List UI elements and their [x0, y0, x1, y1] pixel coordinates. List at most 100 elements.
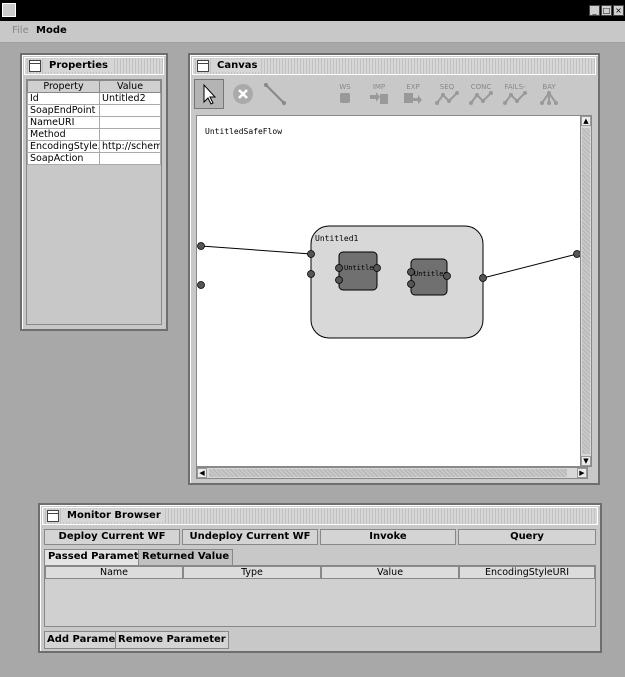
canvas-toolbar: WS IMP EXP SEQ CONC FAILS- BAY [194, 77, 594, 113]
property-value[interactable] [99, 152, 161, 165]
port-handle[interactable] [307, 270, 315, 278]
properties-title: Properties [45, 59, 112, 72]
pointer-tool-button[interactable] [194, 79, 224, 109]
export-icon [404, 93, 422, 104]
scroll-thumb[interactable] [582, 128, 590, 454]
port-handle[interactable] [407, 268, 415, 276]
window-titlebar: _ □ × [0, 0, 625, 21]
service-node-label: Untitled [344, 264, 378, 272]
scroll-down-icon[interactable]: ▼ [581, 456, 591, 466]
exp-tool-button[interactable]: EXP [398, 79, 428, 109]
connector-tool-button[interactable] [260, 79, 290, 109]
properties-table: Property Value Id Untitled2 SoapEndPoint … [27, 80, 161, 165]
table-row[interactable]: Method [27, 128, 161, 141]
canvas-panel: Canvas WS IMP EXP SEQ CONC FAILS- BAY Un… [188, 53, 600, 485]
conc-tool-button[interactable]: CONC [466, 79, 496, 109]
menu-mode[interactable]: Mode [36, 25, 67, 36]
undeploy-current-wf-button[interactable]: Undeploy Current WF [182, 529, 318, 545]
port-handle[interactable] [373, 264, 381, 272]
property-value[interactable]: Untitled2 [99, 92, 161, 105]
group-node-label: Untitled1 [315, 234, 359, 243]
table-row[interactable]: SoapEndPoint [27, 104, 161, 117]
port-handle[interactable] [407, 280, 415, 288]
remove-parameter-button[interactable]: Remove Parameter [115, 631, 229, 649]
import-icon [370, 92, 388, 104]
port-handle[interactable] [197, 242, 205, 250]
port-handle[interactable] [197, 281, 205, 289]
canvas-title: Canvas [213, 59, 262, 72]
port-handle[interactable] [443, 272, 451, 280]
port-handle[interactable] [335, 276, 343, 284]
close-button[interactable]: × [613, 5, 624, 16]
canvas-drawing-area[interactable]: UntitledSafeFlow Untitled1 Untitled Unti… [196, 115, 582, 467]
ws-tool-label: WS [339, 83, 351, 91]
delete-tool-button[interactable] [228, 79, 258, 109]
port-handle[interactable] [307, 250, 315, 258]
monitor-titlebar[interactable]: Monitor Browser [42, 507, 598, 525]
properties-panel: Properties Property Value Id Untitled2 So… [20, 53, 168, 331]
properties-titlebar[interactable]: Properties [24, 57, 164, 75]
parameters-table: Name Type Value EncodingStyleURI [44, 565, 596, 627]
tab-returned-value[interactable]: Returned Value [138, 549, 234, 565]
delete-icon [233, 84, 253, 104]
parameters-table-header: Name Type Value EncodingStyleURI [45, 566, 595, 579]
scroll-right-icon[interactable]: ▶ [577, 468, 587, 478]
ws-tool-button[interactable]: WS [330, 79, 360, 109]
canvas-titlebar[interactable]: Canvas [192, 57, 596, 75]
monitor-browser-panel: Monitor Browser Deploy Current WF Undepl… [38, 503, 602, 653]
fails-tool-label: FAILS- [504, 83, 526, 91]
service-node-label: Untitled [414, 270, 448, 278]
property-name: Id [27, 92, 100, 105]
column-header-encodingstyleuri[interactable]: EncodingStyleURI [459, 566, 595, 579]
failsafe-icon [503, 91, 527, 105]
property-name: EncodingStyle... [27, 140, 100, 153]
property-value[interactable] [99, 116, 161, 129]
maximize-button[interactable]: □ [601, 5, 612, 16]
scroll-thumb[interactable] [209, 469, 567, 477]
property-value[interactable]: http://schemas... [99, 140, 161, 153]
port-handle[interactable] [335, 264, 343, 272]
property-value[interactable] [99, 128, 161, 141]
table-row[interactable]: Id Untitled2 [27, 92, 161, 105]
scroll-left-icon[interactable]: ◀ [197, 468, 207, 478]
column-header-value[interactable]: Value [99, 80, 161, 93]
frame-icon [47, 510, 59, 522]
flow-label: UntitledSafeFlow [205, 127, 282, 136]
fails-tool-button[interactable]: FAILS- [500, 79, 530, 109]
scroll-up-icon[interactable]: ▲ [581, 116, 591, 126]
column-header-name[interactable]: Name [45, 566, 183, 579]
connection-line[interactable] [200, 245, 312, 255]
menu-bar: File Mode [0, 21, 625, 43]
connection-line[interactable] [482, 253, 578, 279]
menu-file[interactable]: File [12, 25, 29, 36]
imp-tool-button[interactable]: IMP [364, 79, 394, 109]
pointer-icon [203, 83, 217, 105]
exp-tool-label: EXP [406, 83, 420, 91]
table-row[interactable]: NameURI [27, 116, 161, 129]
table-row[interactable]: SoapAction [27, 152, 161, 165]
concurrent-icon [469, 91, 493, 105]
bayesian-icon [540, 91, 558, 105]
column-header-property[interactable]: Property [27, 80, 100, 93]
query-button[interactable]: Query [458, 529, 596, 545]
conc-tool-label: CONC [470, 83, 492, 91]
canvas-vertical-scrollbar[interactable]: ▲ ▼ [580, 115, 592, 467]
properties-table-container: Property Value Id Untitled2 SoapEndPoint … [26, 79, 162, 325]
bay-tool-button[interactable]: BAY [534, 79, 564, 109]
invoke-button[interactable]: Invoke [320, 529, 456, 545]
column-header-value[interactable]: Value [321, 566, 459, 579]
sequence-icon [435, 91, 459, 105]
imp-tool-label: IMP [372, 83, 386, 91]
minimize-button[interactable]: _ [589, 5, 600, 16]
property-name: NameURI [27, 116, 100, 129]
column-header-type[interactable]: Type [183, 566, 321, 579]
workflow-diagram: UntitledSafeFlow Untitled1 Untitled Unti… [197, 127, 581, 339]
deploy-current-wf-button[interactable]: Deploy Current WF [44, 529, 180, 545]
frame-icon [29, 60, 41, 72]
canvas-horizontal-scrollbar[interactable]: ◀ ▶ [196, 467, 588, 479]
property-value[interactable] [99, 104, 161, 117]
app-icon [2, 3, 16, 17]
port-handle[interactable] [479, 274, 487, 282]
seq-tool-button[interactable]: SEQ [432, 79, 462, 109]
table-row[interactable]: EncodingStyle...http://schemas... [27, 140, 161, 153]
